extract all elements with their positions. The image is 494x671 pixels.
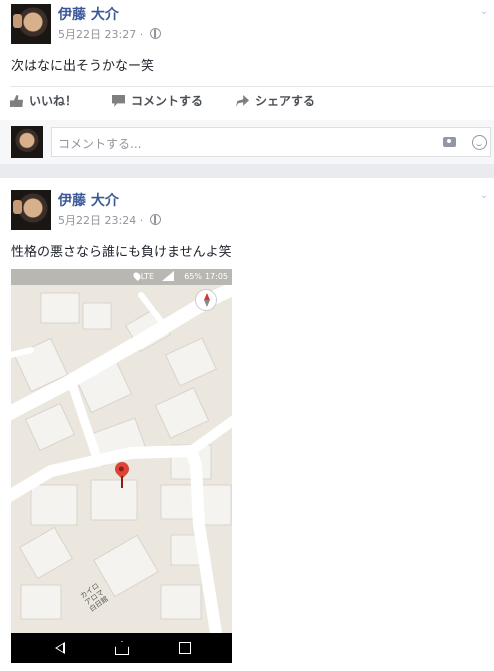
timestamp-text[interactable]: 5月22日 23:24 · xyxy=(58,214,143,227)
share-button[interactable]: シェアする xyxy=(236,92,315,109)
back-icon xyxy=(55,642,65,654)
comment-icon xyxy=(112,95,125,107)
comment-button[interactable]: コメントする xyxy=(112,92,203,109)
like-icon xyxy=(10,95,23,107)
home-icon xyxy=(115,641,129,655)
comment-label: コメントする xyxy=(131,94,204,108)
battery-indicator: 65% xyxy=(184,272,202,281)
divider xyxy=(10,86,494,87)
phone-status-bar: LTE 65% 17:05 xyxy=(11,269,232,285)
chevron-down-icon[interactable]: ⌄ xyxy=(480,6,488,17)
phone-nav-bar xyxy=(11,633,232,663)
post-text: 性格の悪さなら誰にも負けませんよ笑 xyxy=(11,245,232,260)
author-avatar[interactable] xyxy=(11,190,51,230)
post-timestamp: 5月22日 23:27 · xyxy=(58,26,161,42)
post-timestamp: 5月22日 23:24 · xyxy=(58,212,161,228)
recent-apps-icon xyxy=(179,642,191,654)
comment-input[interactable]: コメントする... xyxy=(51,127,491,157)
signal-icon xyxy=(162,271,174,281)
author-name[interactable]: 伊藤 大介 xyxy=(58,4,119,24)
camera-icon[interactable] xyxy=(443,137,456,147)
share-label: シェアする xyxy=(255,94,316,108)
status-time: 17:05 xyxy=(204,272,228,281)
author-avatar[interactable] xyxy=(11,4,51,44)
like-button[interactable]: いいね！ xyxy=(10,92,77,109)
emoji-icon[interactable] xyxy=(472,135,487,150)
post-photo[interactable]: LTE 65% 17:05 カイロ アロマ 白日館 xyxy=(11,269,232,663)
author-name[interactable]: 伊藤 大介 xyxy=(58,190,119,210)
avatar xyxy=(11,126,43,158)
post-text: 次はなに出そうかなー笑 xyxy=(11,59,155,74)
timestamp-text[interactable]: 5月22日 23:27 · xyxy=(58,28,143,41)
comment-composer: コメントする... xyxy=(0,120,494,164)
post-2: 伊藤 大介 5月22日 23:24 · ⌄ 性格の悪さなら誰にも負けませんよ笑 … xyxy=(0,178,494,671)
map-view xyxy=(11,285,232,633)
like-label: いいね！ xyxy=(29,94,78,108)
network-indicator: LTE xyxy=(140,272,154,281)
chevron-down-icon[interactable]: ⌄ xyxy=(480,190,488,201)
post-1: 伊藤 大介 5月22日 23:27 · ⌄ 次はなに出そうかなー笑 いいね！ コ… xyxy=(0,0,494,164)
globe-icon[interactable] xyxy=(149,214,161,225)
globe-icon[interactable] xyxy=(149,28,161,39)
share-icon xyxy=(236,95,249,107)
compass-icon[interactable] xyxy=(195,289,217,311)
map-pin-tail xyxy=(121,476,123,488)
